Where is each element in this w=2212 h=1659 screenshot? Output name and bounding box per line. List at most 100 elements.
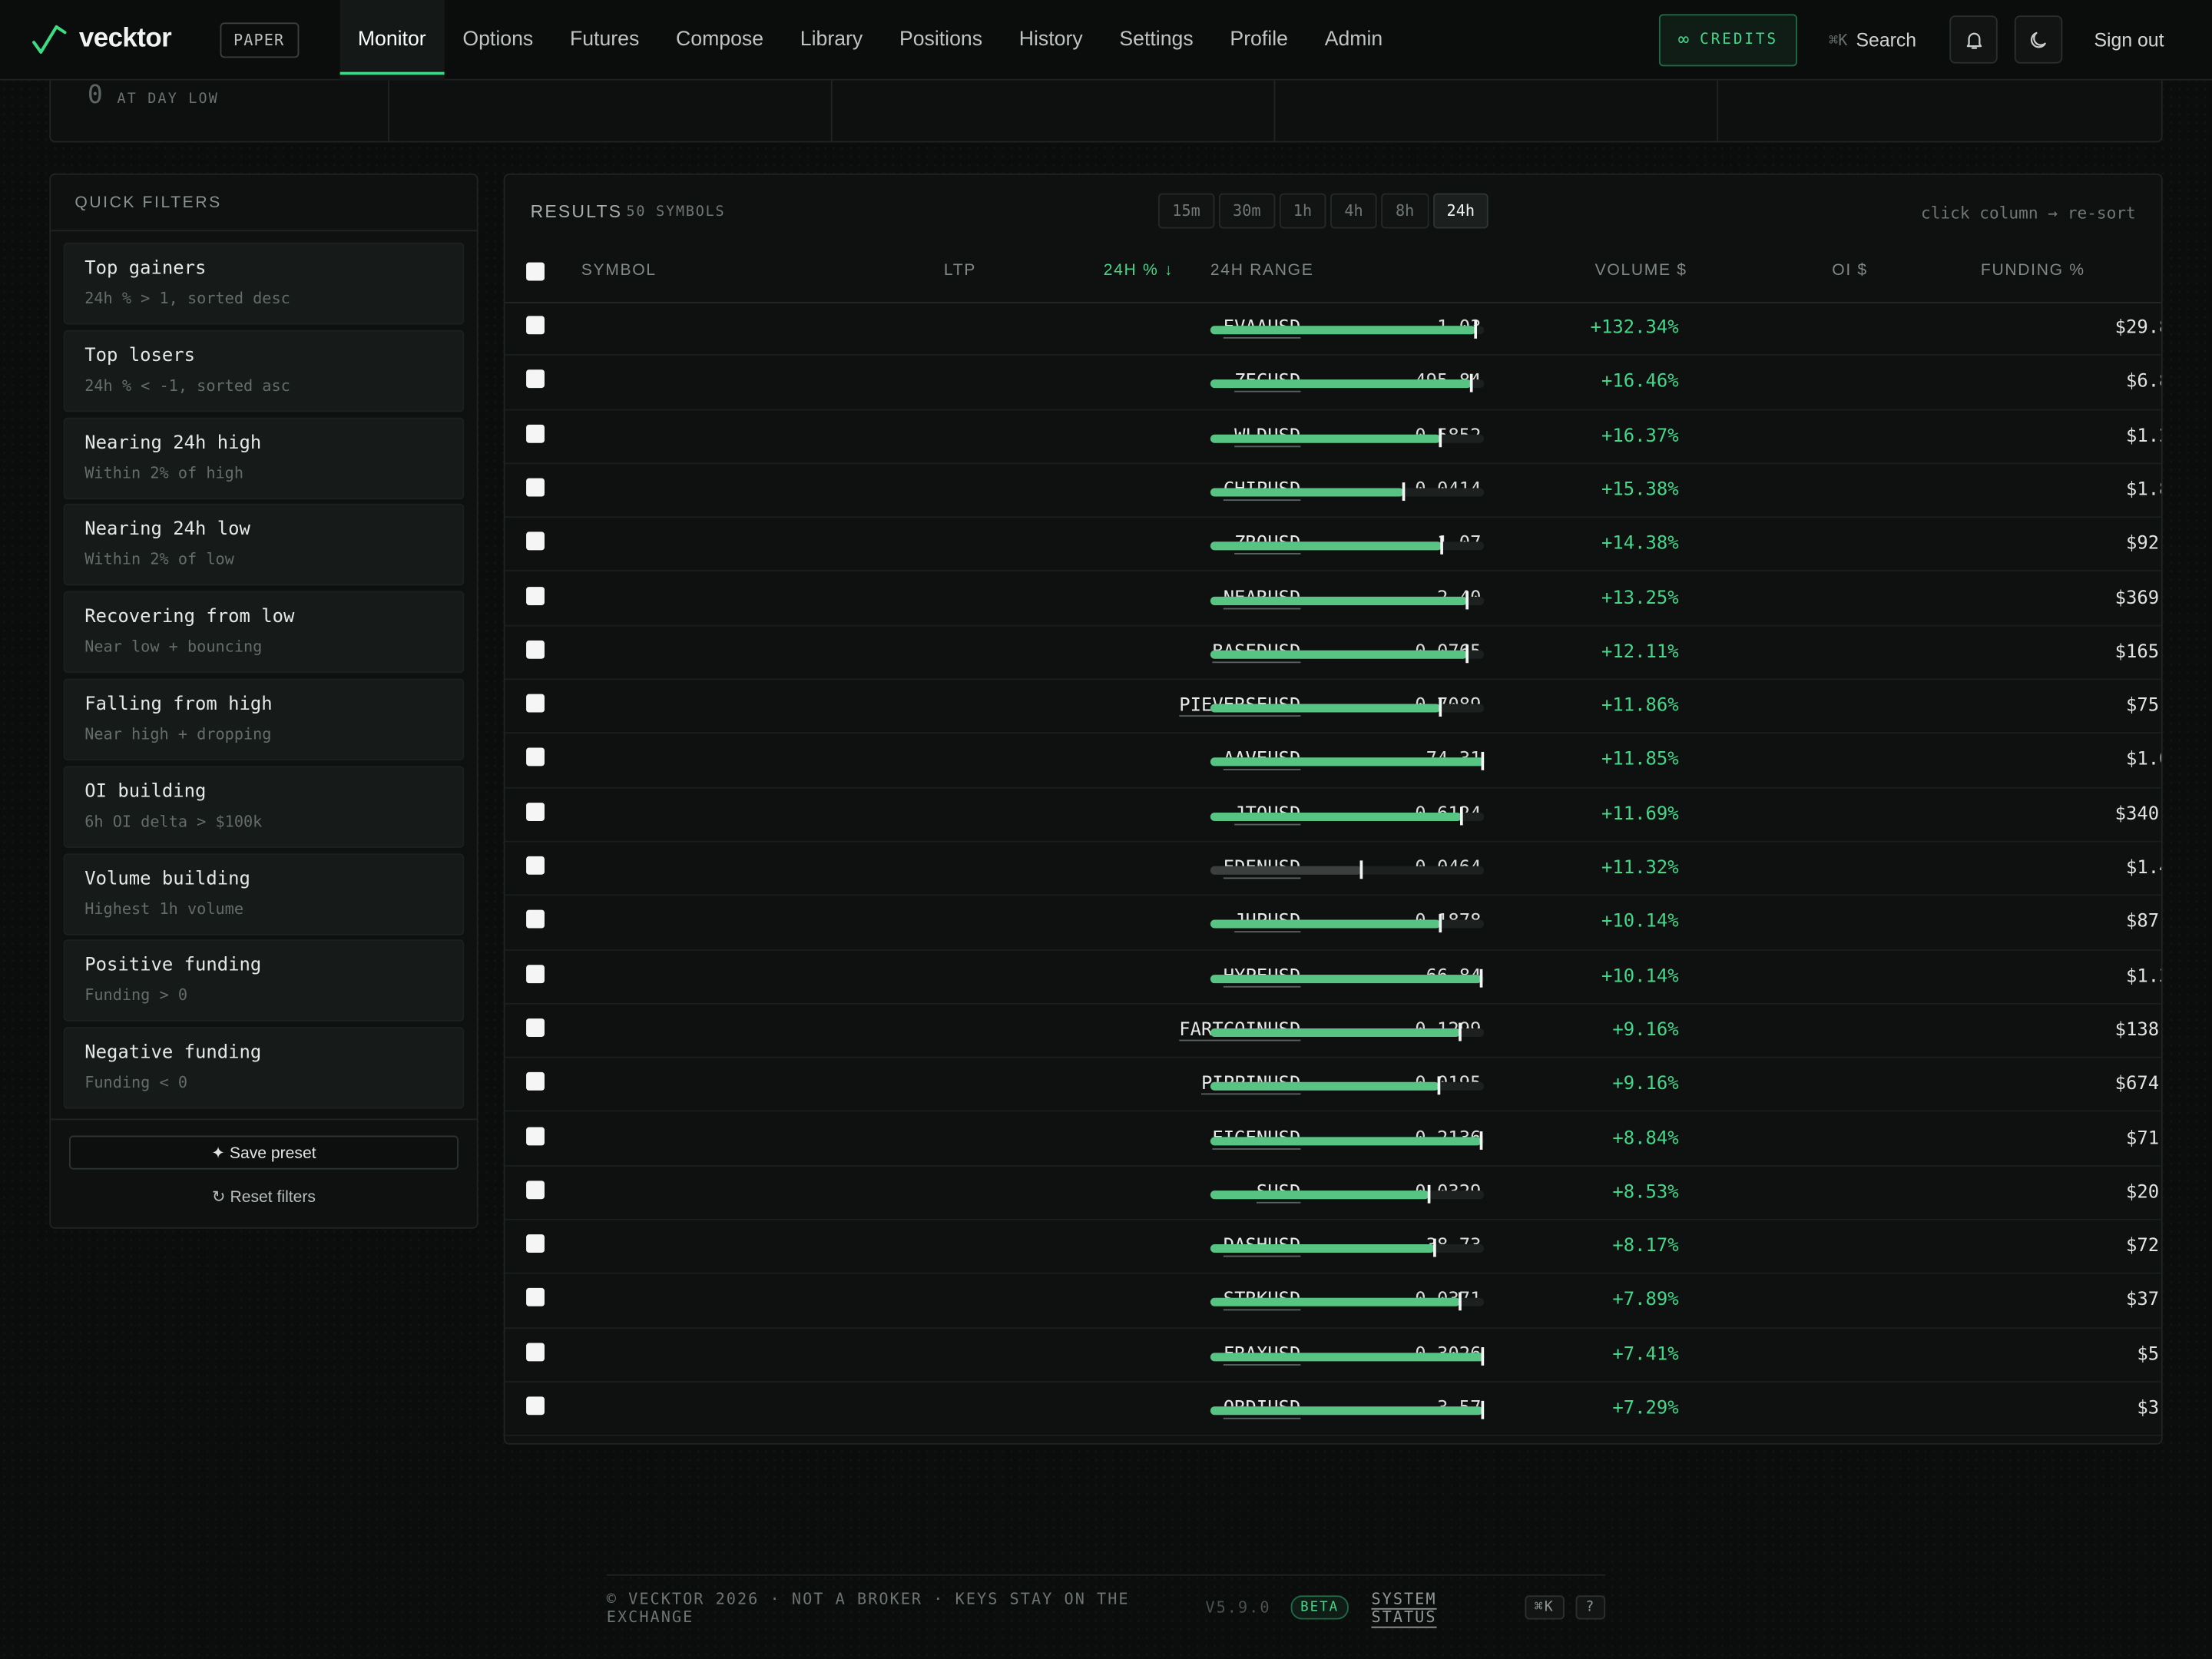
beta-badge: BETA (1290, 1595, 1349, 1620)
table-row[interactable]: SUSD0.0329+8.53%$20.7k$2.7k+0.005% (505, 1167, 2161, 1220)
quick-filter-item[interactable]: Volume building Highest 1h volume (63, 853, 465, 935)
sort-hint: click column → re-sort (1920, 203, 2136, 224)
quick-filter-item[interactable]: OI building 6h OI delta > $100k (63, 765, 465, 848)
funding-cell: +0.005% (505, 1020, 2161, 1041)
quick-filter-description: Highest 1h volume (84, 899, 244, 918)
system-status-link[interactable]: SYSTEM STATUS (1371, 1589, 1505, 1626)
table-row[interactable]: JTOUSD0.6124+11.69%$340.5k$45.4k+0.005% (505, 788, 2161, 843)
notifications-button[interactable] (1950, 15, 1998, 64)
quick-filter-item[interactable]: Top gainers 24h % > 1, sorted desc (63, 242, 465, 325)
table-row[interactable]: STRKUSD0.0371+7.89%$37.7k$44.4k-0.026% (505, 1274, 2161, 1329)
table-row[interactable]: EVAAUSD1.03+132.34%$29.87M$622.8k+0.005% (505, 302, 2161, 356)
nav-item-settings[interactable]: Settings (1101, 0, 1212, 80)
help-button[interactable]: ? (1575, 1595, 1606, 1620)
quick-filter-item[interactable]: Nearing 24h low Within 2% of low (63, 504, 465, 586)
quick-filter-item[interactable]: Falling from high Near high + dropping (63, 678, 465, 760)
quick-filter-item[interactable]: Nearing 24h high Within 2% of high (63, 416, 465, 499)
funding-cell: -0.057% (505, 1128, 2161, 1149)
infinity-icon: ∞ (1677, 28, 1692, 51)
nav-item-library[interactable]: Library (782, 0, 881, 80)
brand-name: vecktor (78, 24, 172, 54)
timeframe-15m[interactable]: 15m (1157, 193, 1215, 229)
page-footer: © VECKTOR 2026 · NOT A BROKER · KEYS STA… (606, 1574, 1606, 1639)
quick-filters-title: QUICK FILTERS (51, 175, 477, 232)
table-row[interactable]: ORDIUSD3.57+7.29%$3.9k$28.6k-0.034% (505, 1382, 2161, 1437)
quick-filter-title: Volume building (84, 868, 250, 890)
table-row[interactable]: AAVEUSD74.31+11.85%$1.03M$247.7k+0.010% (505, 734, 2161, 789)
theme-toggle-button[interactable] (2015, 15, 2064, 64)
quick-filter-title: Negative funding (84, 1042, 262, 1065)
table-row[interactable]: DASHUSD38.73+8.17%$72.0k$31.2k-0.011% (505, 1220, 2161, 1275)
funding-cell: -0.044% (505, 534, 2161, 555)
nav-item-futures[interactable]: Futures (551, 0, 657, 80)
sign-out-link[interactable]: Sign out (2094, 29, 2164, 51)
search-button[interactable]: ⌘K Search (1829, 29, 1916, 51)
funding-cell: +0.010% (505, 426, 2161, 447)
nav-item-compose[interactable]: Compose (657, 0, 782, 80)
nav-item-positions[interactable]: Positions (881, 0, 1001, 80)
table-row[interactable]: FRAXUSD0.3026+7.41%$5.6k$19.3k+0.064% (505, 1329, 2161, 1382)
top-navigation: vecktor PAPER Monitor Options Futures Compo… (0, 0, 2212, 81)
funding-cell: +0.064% (505, 1344, 2161, 1366)
quick-filter-description: Near high + dropping (84, 725, 272, 743)
quick-filter-title: Top losers (84, 345, 195, 367)
timeframe-1h[interactable]: 1h (1279, 193, 1326, 229)
table-row[interactable]: CHIPUSD0.0414+15.38%$1.86M$82.3k+0.004% (505, 464, 2161, 518)
quick-filter-description: Funding < 0 (84, 1074, 188, 1092)
quick-filter-title: OI building (84, 781, 207, 803)
search-shortcut: ⌘K (1829, 30, 1848, 49)
quick-filter-item[interactable]: Top losers 24h % < -1, sorted asc (63, 329, 465, 412)
quick-filter-description: 6h OI delta > $100k (84, 812, 263, 831)
table-row[interactable]: BASEDUSD0.0765+12.11%$165.7k$25.7k+0.057… (505, 626, 2161, 680)
table-row[interactable]: ZROUSD1.07+14.38%$92.3k$20.9k-0.044% (505, 518, 2161, 572)
nav-item-options[interactable]: Options (445, 0, 552, 80)
table-row[interactable]: JUPUSD0.1878+10.14%$87.9k$33.4k-0.018% (505, 896, 2161, 951)
table-row[interactable]: FARTCOINUSD0.1299+9.16%$138.3k$92.0k+0.0… (505, 1005, 2161, 1058)
nav-item-profile[interactable]: Profile (1212, 0, 1306, 80)
main-nav: Monitor Options Futures Compose Library Posit… (339, 0, 1401, 80)
quick-filter-item[interactable]: Recovering from low Near low + bouncing (63, 591, 465, 674)
quick-filter-description: Within 2% of high (84, 463, 244, 482)
funding-cell: +0.005% (505, 803, 2161, 825)
table-row[interactable]: WLDUSD0.5852+16.37%$1.25M$97.6k+0.010% (505, 410, 2161, 465)
search-label: Search (1856, 28, 1917, 51)
quick-filter-title: Positive funding (84, 955, 262, 977)
table-row[interactable]: PIEVERSEUSD0.7089+11.86%$75.8k$25.5k+0.0… (505, 680, 2161, 734)
results-panel: RESULTS 50 SYMBOLS 15m 30m 1h 4h 8h 24h click… (503, 173, 2163, 1445)
quick-filter-item[interactable]: Negative funding Funding < 0 (63, 1027, 465, 1109)
bell-icon (1966, 31, 1982, 48)
moon-icon (2030, 31, 2046, 48)
table-row[interactable]: ZECUSD495.84+16.46%$6.84M$576.9k+0.010% (505, 356, 2161, 410)
results-count: 50 SYMBOLS (626, 204, 726, 220)
save-preset-button[interactable]: ✦ Save preset (68, 1135, 459, 1170)
table-row[interactable]: PIPPINUSD0.0195+9.16%$674.7k$367.9k+0.01… (505, 1058, 2161, 1113)
paper-mode-badge[interactable]: PAPER (219, 22, 299, 58)
funding-cell: +0.016% (505, 1074, 2161, 1095)
timeframe-30m[interactable]: 30m (1218, 193, 1275, 229)
timeframe-24h[interactable]: 24h (1432, 193, 1489, 229)
quick-filters-panel: QUICK FILTERS Top gainers 24h % > 1, sort… (49, 173, 478, 1229)
table-row[interactable]: HYPEUSD66.84+10.14%$1.30M$201.5k-0.001% (505, 950, 2161, 1005)
reset-filters-button[interactable]: ↻ Reset filters (51, 1187, 477, 1206)
vecktor-logo-icon (32, 25, 67, 54)
credits-label: CREDITS (1700, 31, 1779, 48)
timeframe-4h[interactable]: 4h (1330, 193, 1378, 229)
funding-cell: +0.102% (505, 858, 2161, 879)
funding-cell: -0.018% (505, 912, 2161, 933)
credits-button[interactable]: ∞ CREDITS (1658, 13, 1798, 66)
results-title: RESULTS (530, 201, 623, 222)
nav-item-history[interactable]: History (1001, 0, 1101, 80)
table-row[interactable]: EIGENUSD0.2136+8.84%$71.1k$10.6k-0.057% (505, 1112, 2161, 1167)
quick-filter-title: Recovering from low (84, 607, 295, 628)
nav-item-admin[interactable]: Admin (1306, 0, 1401, 80)
timeframe-8h[interactable]: 8h (1381, 193, 1429, 229)
column-header-funding[interactable]: FUNDING % (505, 263, 2085, 280)
nav-item-monitor[interactable]: Monitor (339, 0, 445, 80)
brand-logo[interactable]: vecktor (31, 22, 172, 56)
table-row[interactable]: EDENUSD0.0464+11.32%$1.47M$100.9k+0.102% (505, 843, 2161, 896)
stat-label: AT DAY LOW (117, 91, 220, 108)
quick-filter-item[interactable]: Positive funding Funding > 0 (63, 939, 465, 1022)
funding-cell: +0.004% (505, 479, 2161, 501)
command-palette-shortcut[interactable]: ⌘K (1524, 1595, 1565, 1620)
table-row[interactable]: NEARUSD2.40+13.25%$369.5k$119.9k+0.127% (505, 572, 2161, 627)
